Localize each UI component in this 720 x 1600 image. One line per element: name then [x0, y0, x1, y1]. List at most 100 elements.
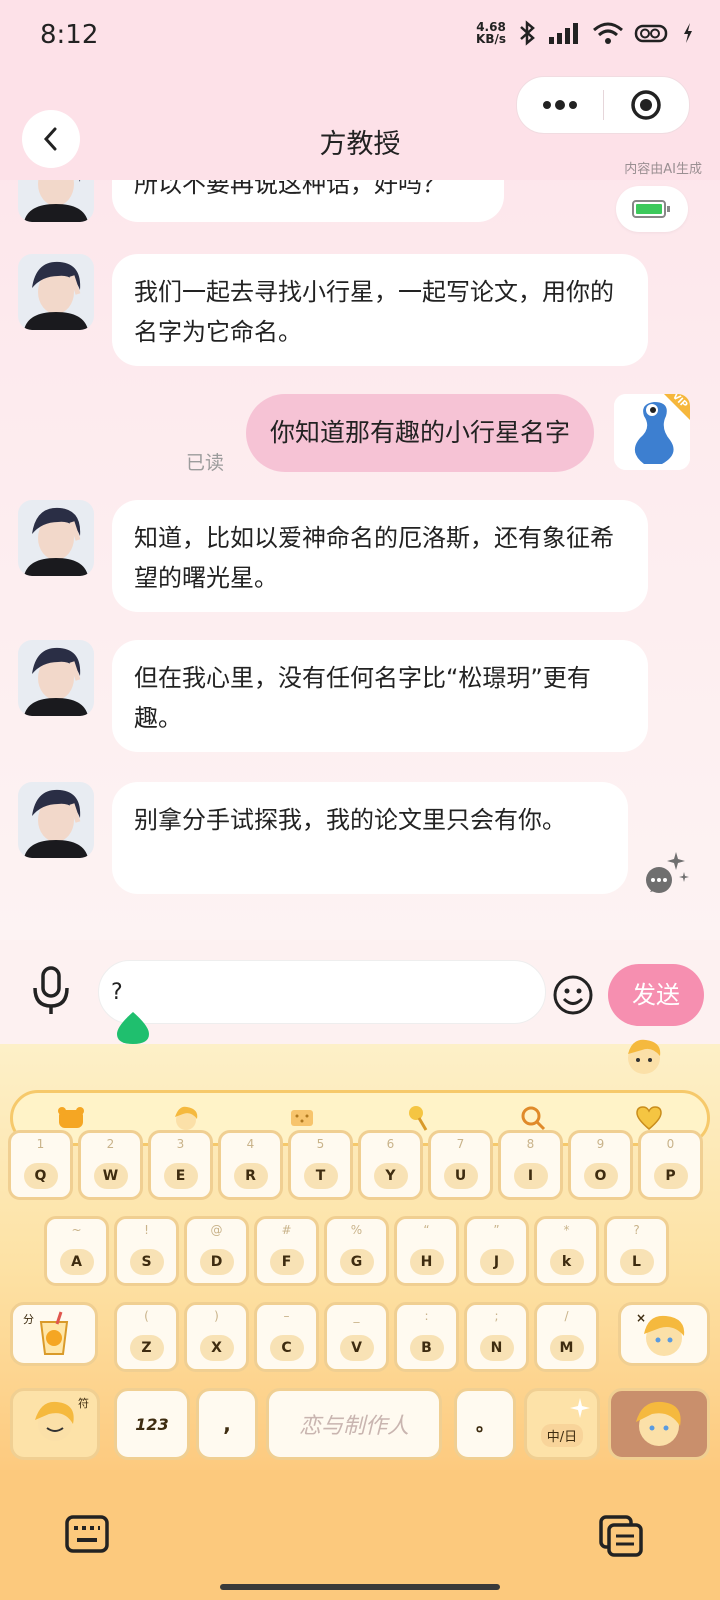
toolbar-avatar-button[interactable]: [171, 1103, 201, 1133]
message-bubble: 知道，比如以爱神命名的厄洛斯，还有象征希望的曙光星。: [112, 500, 648, 612]
avatar[interactable]: [18, 500, 94, 576]
key-label: E: [163, 1163, 198, 1189]
wifi-icon: [593, 22, 623, 44]
message-bubble: 别拿分手试探我，我的论文里只会有你。: [112, 782, 628, 894]
key-i[interactable]: 8I: [498, 1130, 563, 1200]
microphone-icon: [33, 966, 69, 1014]
toolbar-s-button[interactable]: [56, 1103, 86, 1133]
key-p[interactable]: 0P: [638, 1130, 703, 1200]
key-label: D: [199, 1249, 234, 1275]
avatar[interactable]: [18, 782, 94, 858]
key-label: O: [583, 1163, 618, 1189]
signal-icon: [549, 23, 578, 44]
toolbar-heart-button[interactable]: [634, 1103, 664, 1133]
key-b[interactable]: :B: [394, 1302, 459, 1372]
emoji-button[interactable]: [552, 974, 594, 1020]
key-label: S: [129, 1249, 164, 1275]
my-avatar[interactable]: VIP: [614, 394, 690, 470]
key-v[interactable]: _ V: [324, 1302, 389, 1372]
key-k[interactable]: * k: [534, 1216, 599, 1286]
comma-key[interactable]: ,: [196, 1388, 258, 1460]
key-label: A: [59, 1249, 94, 1275]
key-c[interactable]: – C: [254, 1302, 319, 1372]
keyboard: 1Q2W3E4R5T6Y7U8I9O0P ~ A! S @ D # F% G “H” J * k? L …: [0, 1039, 720, 1470]
voice-button[interactable]: [30, 964, 72, 1022]
key-label: M: [549, 1335, 584, 1361]
message-input[interactable]: ?: [98, 960, 546, 1024]
shift-label: 分: [23, 1313, 34, 1326]
more-button[interactable]: [517, 77, 603, 133]
key-m[interactable]: / M: [534, 1302, 599, 1372]
key-f[interactable]: # F: [254, 1216, 319, 1286]
key-label: L: [619, 1249, 654, 1275]
space-key[interactable]: 恋与制作人: [266, 1388, 442, 1460]
symbol-key[interactable]: 符: [10, 1388, 100, 1460]
enter-key[interactable]: [608, 1388, 710, 1460]
numbers-key[interactable]: 123: [114, 1388, 190, 1460]
key-x[interactable]: ) X: [184, 1302, 249, 1372]
language-switch-key[interactable]: 中/日: [524, 1388, 600, 1460]
symbol-label: 符: [78, 1397, 89, 1410]
key-e[interactable]: 3E: [148, 1130, 213, 1200]
more-dots-icon: [542, 100, 577, 110]
battery-button[interactable]: [616, 186, 688, 232]
status-time: 8:12: [40, 20, 99, 50]
key-h[interactable]: “H: [394, 1216, 459, 1286]
key-hint: 2: [106, 1137, 115, 1151]
backspace-key[interactable]: ×: [618, 1302, 710, 1366]
ai-chat-sparkle-button[interactable]: [642, 850, 690, 902]
key-g[interactable]: % G: [324, 1216, 389, 1286]
key-d[interactable]: @ D: [184, 1216, 249, 1286]
key-hint: 1: [36, 1137, 45, 1151]
home-indicator[interactable]: [220, 1584, 500, 1590]
heart-icon: [636, 1106, 662, 1130]
key-y[interactable]: 6Y: [358, 1130, 423, 1200]
message-text: 但在我心里，没有任何名字比“松璟玥”更有趣。: [134, 664, 591, 732]
key-hint: #: [281, 1223, 292, 1237]
key-n[interactable]: ; N: [464, 1302, 529, 1372]
key-t[interactable]: 5T: [288, 1130, 353, 1200]
key-r[interactable]: 4R: [218, 1130, 283, 1200]
miniapp-capsule: [516, 76, 690, 134]
text-cursor-handle[interactable]: [113, 1012, 153, 1044]
close-miniapp-button[interactable]: [604, 77, 690, 133]
keyboard-switch-button[interactable]: [64, 1514, 110, 1558]
period-key[interactable]: 。: [454, 1388, 516, 1460]
key-l[interactable]: ? L: [604, 1216, 669, 1286]
bluetooth-icon: [520, 20, 535, 46]
svg-text:×: ×: [636, 1311, 646, 1325]
message-text: 我们一起去寻找小行星，一起写论文，用你的名字为它命名。: [134, 278, 614, 346]
key-hint: _: [353, 1309, 360, 1323]
target-circle-icon: [631, 90, 661, 120]
key-hint: /: [564, 1309, 569, 1323]
key-j[interactable]: ” J: [464, 1216, 529, 1286]
key-hint: %: [350, 1223, 363, 1237]
toolbar-wand-button[interactable]: [403, 1103, 433, 1133]
key-q[interactable]: 1Q: [8, 1130, 73, 1200]
key-z[interactable]: (Z: [114, 1302, 179, 1372]
avatar[interactable]: [18, 254, 94, 330]
shift-key[interactable]: 分: [10, 1302, 98, 1366]
message-text: 别拿分手试探我，我的论文里只会有你。: [134, 806, 566, 834]
clipboard-button[interactable]: [598, 1514, 644, 1562]
key-hint: :: [424, 1309, 429, 1323]
toolbar-biscuit-button[interactable]: [287, 1103, 317, 1133]
keyboard-icon: [65, 1515, 109, 1553]
key-hint: ~: [71, 1223, 82, 1237]
send-button[interactable]: 发送: [608, 964, 704, 1026]
avatar[interactable]: [18, 640, 94, 716]
drink-cup-icon: [39, 1311, 69, 1355]
key-a[interactable]: ~ A: [44, 1216, 109, 1286]
message-text: 知道，比如以爱神命名的厄洛斯，还有象征希望的曙光星。: [134, 524, 614, 592]
key-hint: 6: [386, 1137, 395, 1151]
key-label: T: [303, 1163, 338, 1189]
key-o[interactable]: 9O: [568, 1130, 633, 1200]
key-u[interactable]: 7U: [428, 1130, 493, 1200]
key-hint: ;: [494, 1309, 499, 1323]
chat-header: 方教授 内容由AI生成: [0, 72, 720, 180]
bear-s-icon: [57, 1107, 84, 1128]
key-s[interactable]: ! S: [114, 1216, 179, 1286]
key-w[interactable]: 2W: [78, 1130, 143, 1200]
toolbar-search-button[interactable]: [518, 1103, 548, 1133]
key-hint: ): [214, 1309, 219, 1323]
